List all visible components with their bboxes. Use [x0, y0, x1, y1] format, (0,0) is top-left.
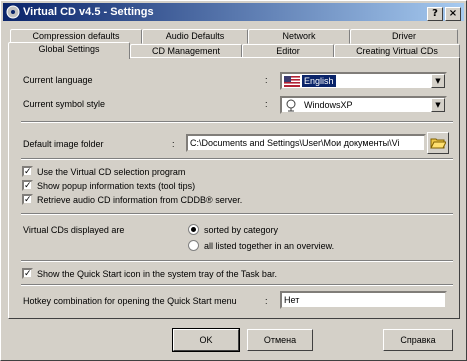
tab-audio-defaults[interactable]: Audio Defaults — [142, 29, 248, 44]
show-tooltips-label: Show popup information texts (tool tips) — [37, 181, 196, 191]
all-listed-radio[interactable] — [188, 240, 199, 251]
symbol-style-value: WindowsXP — [304, 100, 353, 110]
radio-selected-dot — [191, 227, 196, 232]
separator — [21, 213, 453, 215]
tab-global-settings[interactable]: Global Settings — [8, 42, 130, 59]
display-mode-label: Virtual CDs displayed are — [23, 225, 125, 235]
browse-folder-button[interactable] — [427, 132, 449, 154]
cancel-button[interactable]: Отмена — [247, 329, 313, 351]
image-folder-field[interactable]: C:\Documents and Settings\User\Мои докум… — [186, 134, 426, 152]
close-title-button[interactable]: × — [445, 7, 461, 21]
language-value: English — [302, 75, 336, 87]
separator — [21, 260, 453, 262]
sorted-by-category-radio[interactable] — [188, 224, 199, 235]
hotkey-field[interactable]: Нет — [280, 291, 447, 309]
us-flag-icon — [284, 76, 300, 87]
show-tooltips-checkbox[interactable]: ✓ — [22, 180, 33, 191]
retrieve-cddb-checkbox[interactable]: ✓ — [22, 194, 33, 205]
title-bar: Virtual CD v4.5 - Settings ? × — [3, 3, 464, 21]
language-select[interactable]: English ▼ — [280, 72, 447, 90]
symbol-style-colon: : — [265, 99, 268, 109]
quickstart-tray-label: Show the Quick Start icon in the system … — [37, 269, 277, 279]
separator — [21, 121, 453, 123]
quickstart-tray-checkbox[interactable]: ✓ — [22, 268, 33, 279]
language-colon: : — [265, 75, 268, 85]
hotkey-colon: : — [265, 296, 268, 306]
help-title-button[interactable]: ? — [427, 7, 443, 21]
sorted-by-category-label: sorted by category — [204, 225, 279, 235]
image-folder-colon: : — [172, 139, 175, 149]
use-selection-program-checkbox[interactable]: ✓ — [22, 166, 33, 177]
ok-button[interactable]: OK — [172, 328, 240, 352]
global-settings-panel: Current language : English ▼ Current sym… — [8, 57, 460, 319]
image-folder-label: Default image folder — [23, 139, 104, 149]
window-title: Virtual CD v4.5 - Settings — [23, 6, 154, 18]
use-selection-program-label: Use the Virtual CD selection program — [37, 167, 186, 177]
chevron-down-icon[interactable]: ▼ — [431, 98, 445, 112]
language-label: Current language — [23, 75, 93, 85]
separator — [21, 158, 453, 160]
virtual-cd-app-icon — [6, 5, 20, 19]
chevron-down-icon[interactable]: ▼ — [431, 74, 445, 88]
symbol-style-select[interactable]: WindowsXP ▼ — [280, 96, 447, 114]
separator — [21, 284, 453, 286]
hotkey-label: Hotkey combination for opening the Quick… — [23, 296, 237, 306]
tab-driver[interactable]: Driver — [350, 29, 458, 44]
folder-icon — [430, 138, 446, 149]
retrieve-cddb-label: Retrieve audio CD information from CDDB®… — [37, 195, 243, 205]
help-button[interactable]: Справка — [383, 329, 453, 351]
tab-network[interactable]: Network — [248, 29, 350, 44]
all-listed-label: all listed together in an overview. — [204, 241, 335, 251]
symbol-style-label: Current symbol style — [23, 99, 106, 109]
symbol-style-icon — [286, 99, 296, 112]
